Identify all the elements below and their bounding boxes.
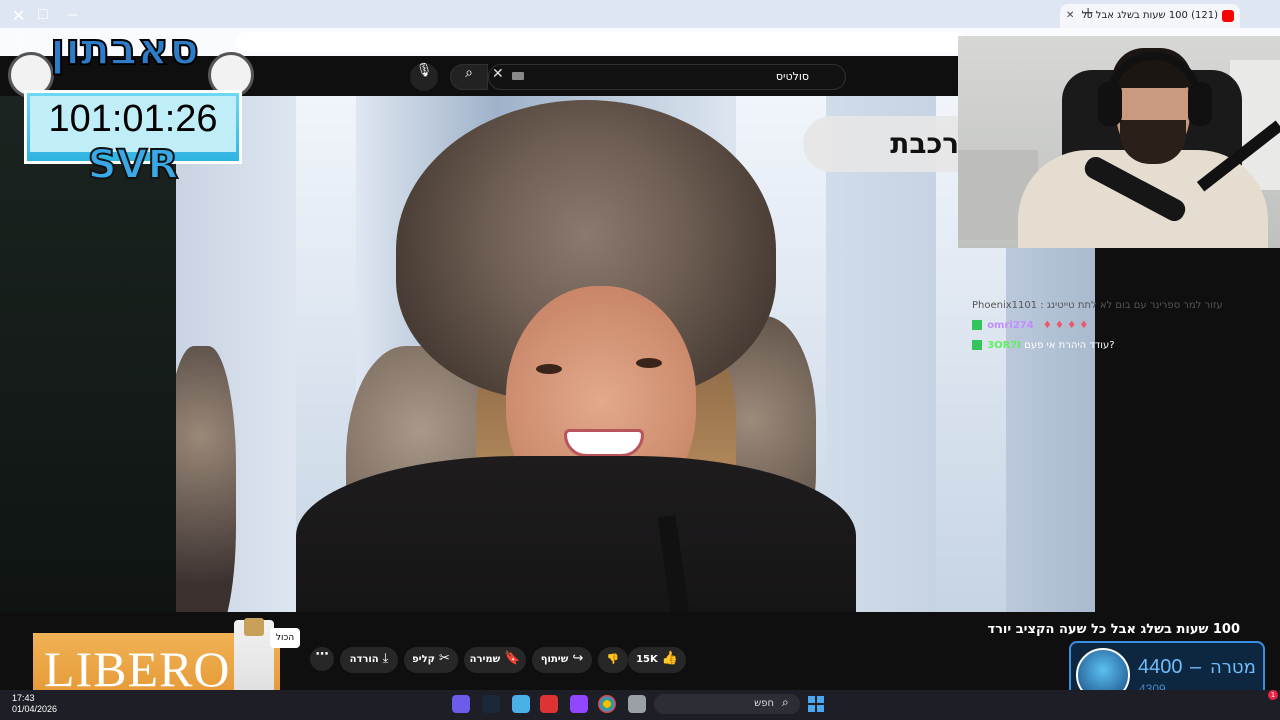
thumbs-down-icon: 👎 bbox=[606, 654, 620, 665]
task-view-icon[interactable] bbox=[628, 695, 646, 713]
chat-text: Phoenix1101 : עזור למר ספרינר עם בום לא … bbox=[972, 300, 1223, 311]
minimize-window-icon[interactable]: – bbox=[68, 6, 77, 24]
chat-message: omri274 ♦ ♦ ♦ ♦ bbox=[972, 316, 1262, 336]
dark-coat bbox=[296, 456, 856, 612]
tab-title: (121) 100 שעות בשלג אבל כל bbox=[1081, 10, 1218, 21]
svr-tag: SVR bbox=[87, 141, 180, 189]
like-button[interactable]: 👍15K bbox=[628, 647, 686, 673]
discord-icon[interactable] bbox=[452, 695, 470, 713]
keyboard-icon[interactable] bbox=[512, 72, 524, 80]
emote-icons: ♦ ♦ ♦ ♦ bbox=[1042, 320, 1089, 331]
eye bbox=[536, 364, 562, 374]
thumbs-up-icon: 👍 bbox=[661, 651, 678, 666]
goal-separator: – bbox=[1190, 656, 1202, 678]
search-icon: ⌕ bbox=[782, 695, 789, 709]
clear-search-icon[interactable]: ✕ bbox=[492, 66, 504, 82]
more-actions-icon[interactable]: ⋯ bbox=[310, 647, 334, 671]
subathon-logo: סאבתון bbox=[49, 23, 200, 76]
background-person bbox=[176, 346, 236, 612]
notes-icon[interactable] bbox=[512, 695, 530, 713]
goal-label: מטרה bbox=[1210, 657, 1256, 678]
search-input[interactable]: סולטיס bbox=[488, 64, 846, 90]
download-label: הורדה bbox=[349, 654, 379, 665]
share-label: שיתוף bbox=[540, 654, 569, 665]
bookmark-icon: 🔖 bbox=[504, 651, 521, 666]
voice-search-button[interactable]: 🎙 bbox=[410, 63, 438, 91]
close-window-icon[interactable]: ✕ bbox=[12, 6, 25, 26]
subathon-timer: 101:01:26 bbox=[48, 98, 218, 140]
chat-username: omri274 bbox=[987, 320, 1034, 331]
eye bbox=[636, 358, 662, 368]
headset-earcup bbox=[1188, 82, 1212, 126]
chat-badge-icon bbox=[972, 340, 982, 350]
dislike-button[interactable]: 👎 bbox=[598, 647, 628, 673]
microphone-icon: 🎙 bbox=[415, 63, 433, 78]
steam-icon[interactable] bbox=[482, 695, 500, 713]
chat-text: עודד היהרת אי פעם? bbox=[1024, 340, 1115, 351]
tab-close-icon[interactable]: ✕ bbox=[1066, 4, 1074, 28]
restore-window-icon[interactable]: □ bbox=[38, 6, 48, 24]
headset-earcup bbox=[1098, 82, 1122, 126]
notification-badge[interactable]: 1 bbox=[1268, 690, 1278, 700]
youtube-favicon-icon bbox=[1222, 10, 1234, 22]
save-button[interactable]: 🔖שמירה bbox=[464, 647, 526, 673]
app-icon[interactable] bbox=[540, 695, 558, 713]
back-arrow-icon[interactable]: ⋮ bbox=[12, 34, 28, 54]
ad-tag: הכול bbox=[270, 628, 300, 648]
chat-badge-icon bbox=[972, 320, 982, 330]
chat-message: Phoenix1101 : עזור למר ספרינר עם בום לא … bbox=[972, 296, 1262, 316]
windows-start-icon[interactable] bbox=[808, 696, 824, 712]
taskbar-date[interactable]: 01/04/2026 bbox=[12, 704, 57, 714]
clip-label: קליפ bbox=[412, 654, 436, 665]
clip-button[interactable]: ✂קליפ bbox=[404, 647, 458, 673]
download-button[interactable]: ⤓הורדה bbox=[340, 647, 398, 673]
twitch-icon[interactable] bbox=[570, 695, 588, 713]
search-icon: ⌕ bbox=[465, 65, 473, 81]
save-label: שמירה bbox=[469, 654, 501, 665]
video-title: 100 שעות בשלג אבל כל שעה הקציב יורד bbox=[987, 622, 1240, 637]
share-icon: ↪ bbox=[572, 651, 584, 666]
like-count: 15K bbox=[636, 654, 658, 665]
chat-message: 3OR7I עודד היהרת אי פעם? bbox=[972, 336, 1262, 356]
chrome-icon[interactable] bbox=[598, 695, 616, 713]
goal-target: 4400 bbox=[1138, 656, 1183, 678]
smile bbox=[564, 429, 644, 457]
share-button[interactable]: ↪שיתוף bbox=[532, 647, 592, 673]
new-tab-icon[interactable]: + bbox=[1082, 5, 1094, 21]
perfume-cap bbox=[244, 618, 264, 636]
chat-overlay: Phoenix1101 : עזור למר ספרינר עם בום לא … bbox=[972, 296, 1262, 356]
url-input[interactable] bbox=[236, 32, 966, 52]
download-icon: ⤓ bbox=[382, 651, 389, 666]
taskbar-time[interactable]: 17:43 bbox=[12, 693, 35, 703]
chat-username: 3OR7I bbox=[987, 340, 1022, 351]
search-button[interactable]: ⌕ bbox=[450, 64, 488, 90]
taskbar-search-input[interactable]: חפש bbox=[654, 694, 800, 714]
scissors-icon: ✂ bbox=[439, 651, 450, 666]
